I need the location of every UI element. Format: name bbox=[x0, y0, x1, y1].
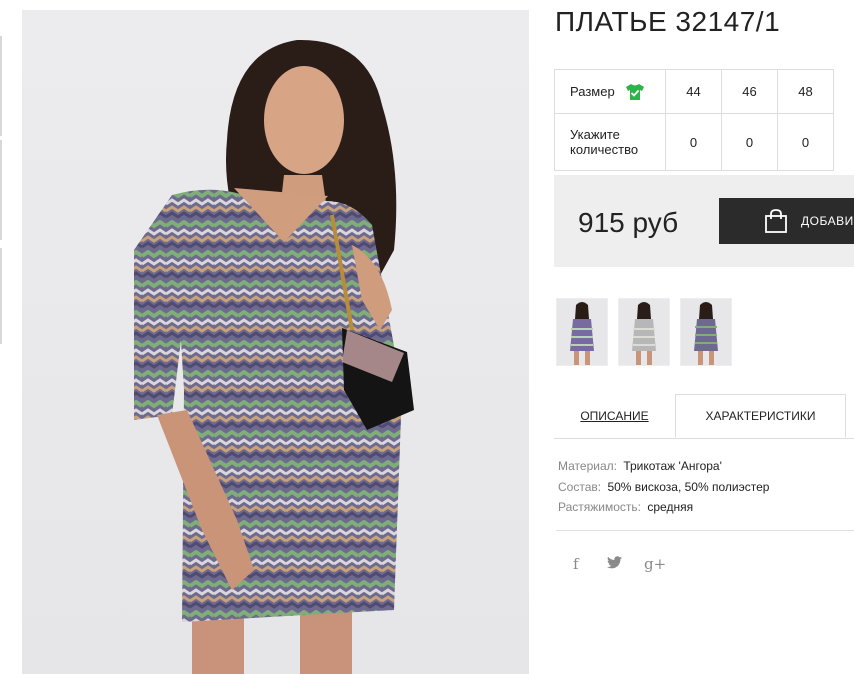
size-46[interactable]: 46 bbox=[721, 69, 778, 114]
size-48[interactable]: 48 bbox=[777, 69, 834, 114]
product-tabs: ОПИСАНИЕ ХАРАКТЕРИСТИКИ bbox=[554, 394, 854, 439]
size-label: Размер bbox=[570, 84, 615, 99]
tabs-divider bbox=[554, 438, 854, 439]
section-divider bbox=[556, 530, 854, 531]
thumb-purple-dress[interactable] bbox=[556, 298, 608, 366]
property-row: Состав: 50% вискоза, 50% полиэстер bbox=[558, 477, 769, 498]
thumb-multicolor-dress[interactable] bbox=[680, 298, 732, 366]
quantity-label: Укажите количество bbox=[554, 113, 666, 171]
property-key: Растяжимость: bbox=[558, 500, 642, 514]
tab-characteristics[interactable]: ХАРАКТЕРИСТИКИ bbox=[675, 394, 846, 438]
characteristics-list: Материал: Трикотаж 'Ангора' Состав: 50% … bbox=[558, 456, 769, 518]
price-box: 915 руб ДОБАВИТ bbox=[554, 175, 854, 267]
size-44[interactable]: 44 bbox=[665, 69, 722, 114]
property-key: Материал: bbox=[558, 459, 617, 473]
property-value: Трикотаж 'Ангора' bbox=[623, 459, 722, 473]
size-quantity-table: Размер 44 46 48 Укажите количество 0 0 0 bbox=[554, 69, 834, 171]
product-title: ПЛАТЬЕ 32147/1 bbox=[555, 6, 781, 37]
shirt-check-icon[interactable] bbox=[625, 83, 645, 101]
google-plus-icon[interactable]: g+ bbox=[644, 555, 666, 573]
quantity-input-44[interactable]: 0 bbox=[665, 113, 722, 171]
price: 915 руб bbox=[578, 207, 679, 238]
property-key: Состав: bbox=[558, 479, 602, 494]
shopping-bag-icon bbox=[765, 209, 787, 233]
property-row: Материал: Трикотаж 'Ангора' bbox=[558, 456, 769, 477]
quantity-input-48[interactable]: 0 bbox=[777, 113, 834, 171]
add-to-cart-label: ДОБАВИТ bbox=[801, 214, 854, 228]
tab-description[interactable]: ОПИСАНИЕ bbox=[554, 394, 675, 438]
size-label-cell: Размер bbox=[554, 69, 666, 114]
main-product-photo[interactable] bbox=[22, 10, 529, 674]
twitter-icon[interactable] bbox=[607, 555, 622, 573]
add-to-cart-button[interactable]: ДОБАВИТ bbox=[719, 198, 854, 244]
property-value: 50% вискоза, 50% полиэстер bbox=[607, 479, 770, 494]
quantity-input-46[interactable]: 0 bbox=[721, 113, 778, 171]
thumb-grey-dress[interactable] bbox=[618, 298, 670, 366]
facebook-icon[interactable]: f bbox=[573, 555, 579, 573]
property-value: средняя bbox=[647, 500, 694, 514]
property-row: Растяжимость: средняя bbox=[558, 497, 769, 518]
